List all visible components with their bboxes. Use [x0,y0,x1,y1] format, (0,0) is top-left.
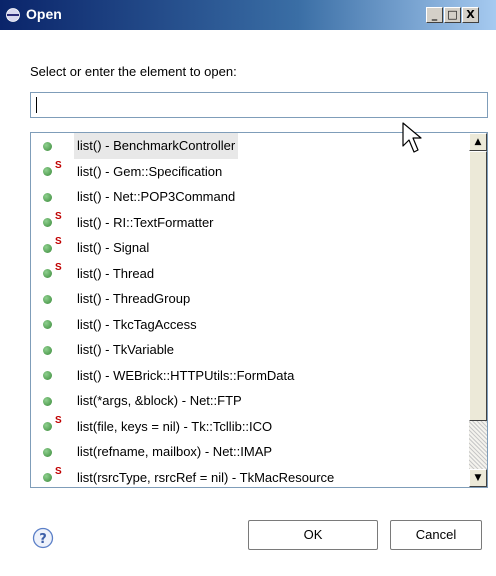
list-item-label: list(rsrcType, rsrcRef = nil) - TkMacRes… [77,469,335,485]
static-marker: S [55,261,62,273]
public-method-icon [43,422,52,431]
public-method-icon [43,371,52,380]
cancel-button[interactable]: Cancel [390,520,482,550]
question-mark-icon[interactable]: ? [32,527,54,549]
public-method-icon [43,396,52,406]
static-marker: S [55,236,62,247]
public-method-icon [43,269,52,278]
public-method-icon [43,320,52,329]
list-item[interactable]: list(*args, &block) - Net::FTP [31,388,461,414]
list-item[interactable]: Slist() - RI::TextFormatter [31,210,461,236]
list-item[interactable]: list() - ThreadGroup [31,286,461,312]
ok-button[interactable]: OK [248,520,378,550]
list-item[interactable]: list() - TkcTagAccess [31,312,461,338]
list-item[interactable]: list() - WEBrick::HTTPUtils::FormData [31,363,461,389]
static-marker: S [55,465,62,477]
list-item[interactable]: list() - TkVariable [31,337,461,363]
prompt-label: Select or enter the element to open: [30,64,237,79]
mouse-cursor-icon [402,122,422,153]
list-item[interactable]: list(refname, mailbox) - Net::IMAP [31,439,461,465]
list-item-label: list(refname, mailbox) - Net::IMAP [77,444,273,459]
list-item-label: list() - Gem::Specification [77,163,223,179]
list-item-label: list() - BenchmarkController [74,133,239,159]
scroll-up-arrow[interactable]: ▲ [469,133,487,151]
public-method-icon [43,294,52,304]
static-marker: S [55,414,62,426]
search-input[interactable] [30,92,488,118]
list-item[interactable]: Slist() - Gem::Specification [31,159,461,185]
public-method-icon [43,473,52,482]
public-method-icon [43,167,52,176]
public-method-icon [43,192,52,202]
list-item-label: list(file, keys = nil) - Tk::Tcllib::ICO [77,418,273,434]
list-item[interactable]: Slist() - Signal [31,235,461,261]
text-caret [36,97,37,113]
list-item[interactable]: list() - BenchmarkController [31,133,461,159]
scroll-thumb[interactable] [469,151,487,421]
eclipse-icon [6,8,20,22]
list-item[interactable]: Slist() - Thread [31,261,461,287]
public-method-icon [43,345,52,355]
maximize-button[interactable]: □ [444,7,461,23]
list-item[interactable]: list() - Net::POP3Command [31,184,461,210]
list-item[interactable]: Slist(rsrcType, rsrcRef = nil) - TkMacRe… [31,465,461,488]
list-item-label: list() - WEBrick::HTTPUtils::FormData [77,367,295,383]
vertical-scrollbar[interactable]: ▲ ▼ [469,133,487,487]
list-item-label: list() - Net::POP3Command [77,189,236,204]
title-bar[interactable]: Open _ □ X [0,0,496,30]
svg-text:?: ? [39,532,47,547]
list-items: list() - BenchmarkController Slist() - Ge… [31,133,461,488]
list-item-label: list() - Signal [77,240,150,255]
close-button[interactable]: X [462,7,479,23]
list-item-label: list() - RI::TextFormatter [77,214,214,230]
list-item-label: list() - TkcTagAccess [77,316,197,332]
element-list[interactable]: list() - BenchmarkController Slist() - Ge… [30,132,488,488]
public-method-icon [43,243,52,253]
list-item-label: list(*args, &block) - Net::FTP [77,393,242,408]
public-method-icon [43,141,52,151]
scroll-track[interactable] [469,421,487,469]
public-method-icon [43,218,52,227]
list-item-label: list() - Thread [77,265,155,281]
open-dialog: Open _ □ X Select or enter the element t… [0,0,496,576]
list-item-label: list() - ThreadGroup [77,291,191,306]
static-marker: S [55,210,62,222]
list-item-label: list() - TkVariable [77,342,175,357]
scroll-down-arrow[interactable]: ▼ [469,469,487,487]
minimize-button[interactable]: _ [426,7,443,23]
list-item[interactable]: Slist(file, keys = nil) - Tk::Tcllib::IC… [31,414,461,440]
public-method-icon [43,447,52,457]
dialog-title: Open [26,6,62,22]
static-marker: S [55,159,62,171]
